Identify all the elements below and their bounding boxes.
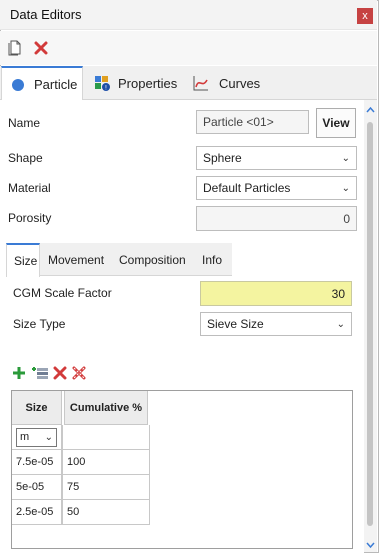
tab-properties[interactable]: ! Properties — [84, 66, 182, 100]
unit-row-cumulative-cell[interactable] — [62, 425, 150, 450]
porosity-label: Porosity — [8, 211, 52, 225]
scrollbar-thumb[interactable] — [367, 122, 373, 526]
unit-select[interactable]: m ⌄ — [12, 425, 62, 450]
tab-properties-label: Properties — [118, 75, 178, 91]
svg-text:!: ! — [105, 85, 107, 92]
chevron-down-icon: ⌄ — [336, 318, 345, 330]
name-label: Name — [8, 116, 41, 130]
size-type-label: Size Type — [13, 317, 66, 331]
tab-size[interactable]: Size — [6, 243, 40, 277]
new-document-icon[interactable] — [8, 40, 22, 56]
table-row-size-cell[interactable]: 7.5e-05 — [12, 450, 62, 475]
table-row-cumulative-cell[interactable]: 100 — [62, 450, 150, 475]
delete-all-rows-icon[interactable] — [71, 365, 87, 381]
tab-particle-label: Particle — [34, 77, 78, 92]
size-type-select-value: Sieve Size — [207, 317, 264, 331]
view-button[interactable]: View — [316, 108, 356, 138]
scroll-up-icon[interactable] — [366, 103, 375, 113]
delete-icon[interactable] — [34, 41, 48, 55]
cgm-scale-factor-field[interactable]: 30 — [200, 281, 352, 306]
table-row-size-cell[interactable]: 5e-05 — [12, 475, 62, 500]
add-row-icon[interactable] — [12, 366, 26, 380]
delete-row-icon[interactable] — [53, 366, 67, 380]
porosity-field[interactable]: 0 — [196, 206, 357, 231]
shape-select[interactable]: Sphere ⌄ — [196, 146, 357, 170]
tab-composition[interactable]: Composition — [112, 243, 194, 276]
material-select[interactable]: Default Particles ⌄ — [196, 176, 357, 200]
close-button[interactable]: x — [357, 8, 373, 24]
tab-particle[interactable]: Particle — [1, 66, 83, 101]
tab-info[interactable]: Info — [195, 243, 232, 276]
shape-label: Shape — [8, 151, 43, 165]
window-title: Data Editors — [10, 7, 82, 22]
size-type-select[interactable]: Sieve Size ⌄ — [200, 312, 352, 336]
material-select-value: Default Particles — [203, 181, 291, 195]
tab-movement[interactable]: Movement — [41, 243, 111, 276]
chevron-down-icon: ⌄ — [341, 152, 350, 164]
tab-curves[interactable]: Curves — [183, 66, 269, 100]
material-label: Material — [8, 181, 51, 195]
circle-icon — [12, 78, 24, 91]
table-row-size-cell[interactable]: 2.5e-05 — [12, 500, 62, 525]
unit-select-value: m — [20, 431, 30, 443]
toolbar — [0, 31, 377, 65]
tab-curves-label: Curves — [219, 75, 261, 91]
properties-grid-icon: ! — [94, 75, 110, 92]
column-header-cumulative[interactable]: Cumulative % — [64, 391, 148, 425]
table-row-cumulative-cell[interactable]: 75 — [62, 475, 150, 500]
scroll-down-icon[interactable] — [366, 538, 375, 549]
cgm-scale-factor-label: CGM Scale Factor — [13, 286, 112, 300]
chevron-down-icon: ⌄ — [341, 182, 350, 194]
insert-rows-icon[interactable] — [31, 366, 49, 380]
table-row-cumulative-cell[interactable]: 50 — [62, 500, 150, 525]
chevron-down-icon: ⌄ — [44, 431, 53, 443]
column-header-size[interactable]: Size — [12, 391, 62, 425]
curve-chart-icon — [193, 75, 209, 91]
shape-select-value: Sphere — [203, 151, 242, 165]
name-field[interactable]: Particle <01> — [196, 110, 309, 134]
